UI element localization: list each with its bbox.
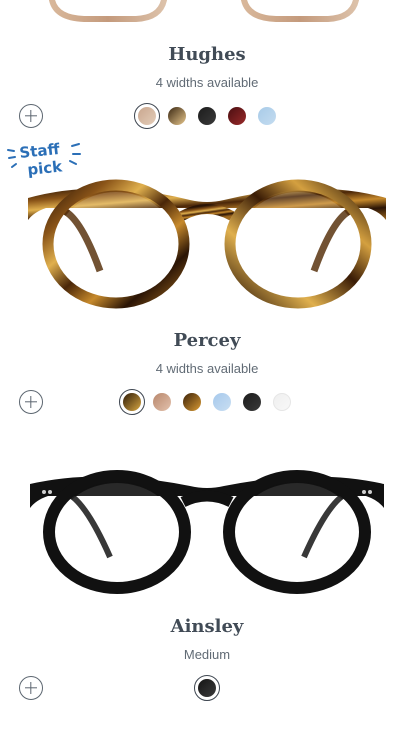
percey-frame-image[interactable] — [0, 176, 414, 312]
color-swatches — [0, 675, 414, 701]
product-widths: 4 widths available — [155, 75, 259, 90]
swatch-crystal[interactable] — [269, 389, 295, 415]
swatch-color — [168, 107, 186, 125]
product-size: Medium — [183, 647, 231, 662]
product-widths: 4 widths available — [155, 361, 259, 376]
swatch-whiskey-tortoise[interactable] — [164, 103, 190, 129]
swatch-whiskey-tortoise[interactable] — [119, 389, 145, 415]
swatch-color — [153, 393, 171, 411]
swatch-color — [243, 393, 261, 411]
product-name[interactable]: Ainsley — [0, 616, 414, 637]
product-name[interactable]: Hughes — [0, 44, 414, 65]
swatch-color — [273, 393, 291, 411]
swatch-jet-black[interactable] — [239, 389, 265, 415]
swatch-color — [258, 107, 276, 125]
color-swatches — [0, 389, 414, 415]
swatch-amber-tortoise[interactable] — [179, 389, 205, 415]
swatch-color — [198, 679, 216, 697]
swatch-light-tortoise[interactable] — [134, 103, 160, 129]
swatch-rose-tortoise[interactable] — [149, 389, 175, 415]
hughes-frame-image[interactable] — [0, 0, 414, 24]
staff-pick-badge: Staff pick — [7, 140, 81, 179]
color-swatches — [0, 103, 414, 129]
swatch-color — [123, 393, 141, 411]
product-name[interactable]: Percey — [0, 330, 414, 351]
swatch-color — [228, 107, 246, 125]
swatch-color — [213, 393, 231, 411]
swatch-burgundy-tortoise[interactable] — [224, 103, 250, 129]
swatch-color — [198, 107, 216, 125]
swatch-color — [183, 393, 201, 411]
swatch-jet-black[interactable] — [194, 675, 220, 701]
swatch-sky-blue[interactable] — [209, 389, 235, 415]
swatch-jet-black[interactable] — [194, 103, 220, 129]
swatch-color — [138, 107, 156, 125]
ainsley-frame-image[interactable] — [0, 462, 414, 598]
swatch-blue[interactable] — [254, 103, 280, 129]
